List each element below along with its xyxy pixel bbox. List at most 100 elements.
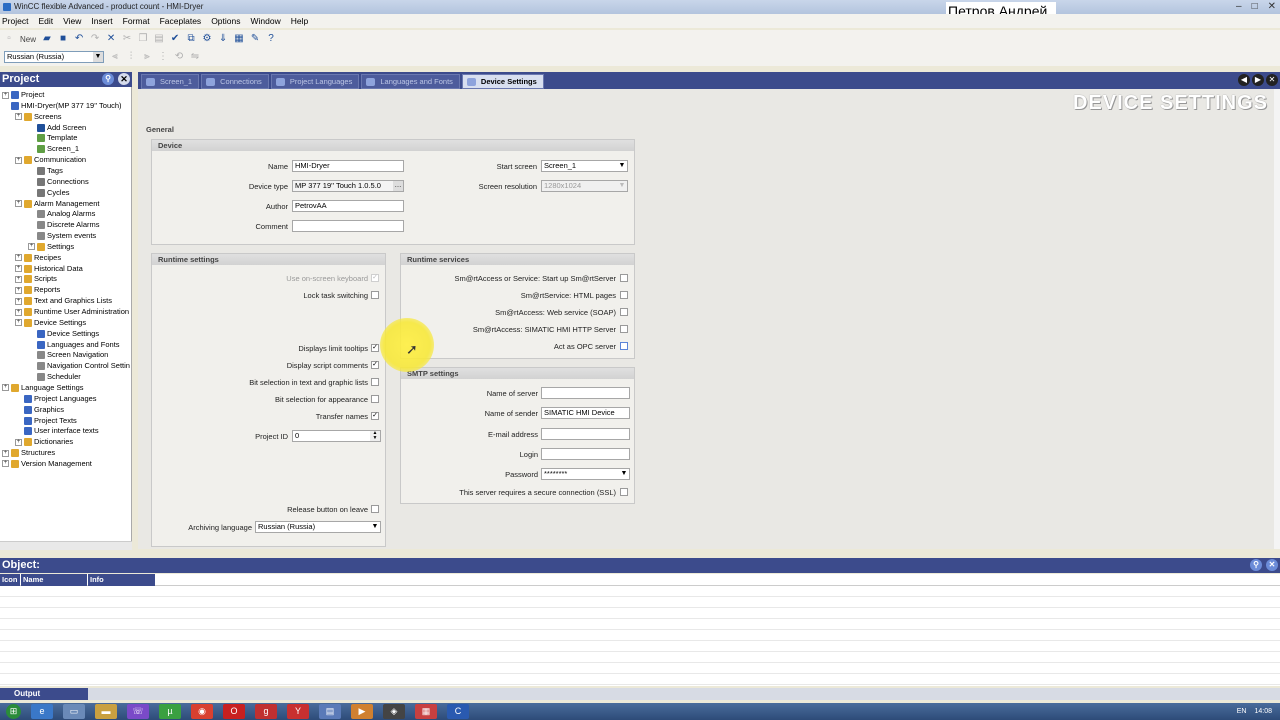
http-server-checkbox[interactable]: [620, 325, 628, 333]
column-icon[interactable]: Icon: [0, 574, 20, 586]
expand-toggle-icon[interactable]: +: [2, 460, 9, 468]
tools-icon[interactable]: ✎: [250, 34, 260, 44]
menu-project[interactable]: Project: [2, 14, 28, 28]
close-icon[interactable]: ✕: [118, 73, 130, 85]
expand-toggle-icon[interactable]: +: [2, 384, 9, 392]
runtime-icon[interactable]: ⚙: [202, 34, 212, 44]
delete-icon[interactable]: ✕: [106, 34, 116, 44]
distribute-icon[interactable]: ⋮: [158, 52, 168, 62]
column-name[interactable]: Name: [21, 574, 87, 586]
align-right-icon[interactable]: ⫸: [142, 52, 152, 62]
start-screen-select[interactable]: Screen_1 ▼: [541, 160, 628, 172]
script-comments-checkbox[interactable]: ✓: [371, 361, 379, 369]
tree-item[interactable]: + Language Settings: [2, 383, 84, 393]
app-g-icon[interactable]: g: [255, 704, 277, 719]
tree-item[interactable]: + Alarm Management: [15, 199, 99, 209]
presentation-icon[interactable]: ▦: [415, 704, 437, 719]
new-button-label[interactable]: New: [20, 35, 36, 44]
lock-task-checkbox[interactable]: [371, 291, 379, 299]
menu-help[interactable]: Help: [291, 14, 308, 28]
align-left-icon[interactable]: ⫷: [110, 52, 120, 62]
browser-icon[interactable]: e: [31, 704, 53, 719]
new-icon[interactable]: ▫: [4, 34, 14, 44]
tree-item[interactable]: Project Texts: [15, 416, 77, 426]
ssl-checkbox[interactable]: [620, 488, 628, 496]
smartaccess-checkbox[interactable]: [620, 274, 628, 282]
expand-toggle-icon[interactable]: +: [15, 275, 22, 283]
tree-item[interactable]: Navigation Control Settin: [28, 361, 130, 371]
vertical-scrollbar[interactable]: [1274, 89, 1280, 549]
check-icon[interactable]: ✔: [170, 34, 180, 44]
menu-options[interactable]: Options: [211, 14, 240, 28]
close-icon[interactable]: ✕: [1268, 1, 1276, 13]
tree-item[interactable]: Graphics: [15, 405, 64, 415]
column-info[interactable]: Info: [88, 574, 155, 586]
copy-icon[interactable]: ❐: [138, 34, 148, 44]
simatic-icon[interactable]: ◈: [383, 704, 405, 719]
tree-item[interactable]: Languages and Fonts: [28, 340, 120, 350]
tree-item[interactable]: + Version Management: [2, 459, 92, 469]
tree-item[interactable]: + Historical Data: [15, 264, 83, 274]
output-tab[interactable]: Output: [0, 688, 88, 700]
login-field[interactable]: [541, 448, 630, 460]
author-field[interactable]: PetrovAA: [292, 200, 404, 212]
tree-item[interactable]: Connections: [28, 177, 89, 187]
tree-item[interactable]: + Device Settings: [15, 318, 86, 328]
compile-icon[interactable]: ⧉: [186, 34, 196, 44]
html-pages-checkbox[interactable]: [620, 291, 628, 299]
rotate-icon[interactable]: ⟲: [174, 52, 184, 62]
opc-server-checkbox[interactable]: [620, 342, 628, 350]
flip-icon[interactable]: ⇋: [190, 52, 200, 62]
tree-item[interactable]: Screen_1: [28, 144, 79, 154]
tab-screen-1[interactable]: Screen_1: [141, 74, 200, 89]
save-icon[interactable]: ■: [58, 34, 68, 44]
pin-icon[interactable]: ⚲: [102, 73, 114, 85]
expand-toggle-icon[interactable]: +: [15, 156, 22, 164]
tree-item[interactable]: + Runtime User Administration: [15, 307, 129, 317]
menu-format[interactable]: Format: [123, 14, 150, 28]
open-icon[interactable]: ▰: [42, 34, 52, 44]
expand-toggle-icon[interactable]: +: [2, 449, 9, 457]
start-icon[interactable]: ⊞: [6, 704, 21, 719]
maximize-icon[interactable]: □: [1252, 1, 1258, 13]
tree-item[interactable]: + Scripts: [15, 274, 57, 284]
chevron-right-icon[interactable]: ▶: [1252, 74, 1264, 86]
tree-item[interactable]: + Structures: [2, 448, 55, 458]
tree-item[interactable]: Screen Navigation: [28, 350, 108, 360]
expand-toggle-icon[interactable]: +: [15, 286, 22, 294]
tree-item[interactable]: Device Settings: [28, 329, 99, 339]
bit-selection-appearance-checkbox[interactable]: [371, 395, 379, 403]
expand-toggle-icon[interactable]: +: [2, 91, 9, 99]
cut-icon[interactable]: ✂: [122, 34, 132, 44]
expand-toggle-icon[interactable]: +: [15, 319, 22, 327]
tree-item[interactable]: + Screens: [15, 112, 62, 122]
transfer-icon[interactable]: ⇓: [218, 34, 228, 44]
yandex-icon[interactable]: Y: [287, 704, 309, 719]
tree-item[interactable]: + Recipes: [15, 253, 61, 263]
expand-toggle-icon[interactable]: +: [15, 113, 22, 121]
close-tab-icon[interactable]: ✕: [1266, 74, 1278, 86]
tree-item[interactable]: + Reports: [15, 285, 60, 295]
expand-toggle-icon[interactable]: +: [15, 308, 22, 316]
tree-item[interactable]: System events: [28, 231, 96, 241]
menu-insert[interactable]: Insert: [91, 14, 112, 28]
pin-icon[interactable]: ⚲: [1250, 559, 1262, 571]
tab-project-languages[interactable]: Project Languages: [270, 74, 360, 89]
align-center-icon[interactable]: ⫶: [126, 52, 136, 62]
browse-button[interactable]: …: [393, 181, 403, 191]
project-id-stepper[interactable]: 0 ▲ ▼: [292, 430, 381, 442]
email-field[interactable]: [541, 428, 630, 440]
tree-item[interactable]: Cycles: [28, 188, 70, 198]
name-field[interactable]: HMI-Dryer: [292, 160, 404, 172]
tree-item[interactable]: Add Screen: [28, 123, 86, 133]
web-service-checkbox[interactable]: [620, 308, 628, 316]
password-field[interactable]: ******** ▼: [541, 468, 630, 480]
tab-device-settings[interactable]: Device Settings: [461, 74, 544, 89]
server-name-field[interactable]: [541, 387, 630, 399]
sender-name-field[interactable]: SIMATIC HMI Device: [541, 407, 630, 419]
horizontal-scrollbar[interactable]: [0, 541, 132, 550]
menu-window[interactable]: Window: [250, 14, 280, 28]
expand-toggle-icon[interactable]: +: [15, 438, 22, 446]
expand-toggle-icon[interactable]: +: [15, 297, 22, 305]
tree-item[interactable]: + Communication: [15, 155, 86, 165]
